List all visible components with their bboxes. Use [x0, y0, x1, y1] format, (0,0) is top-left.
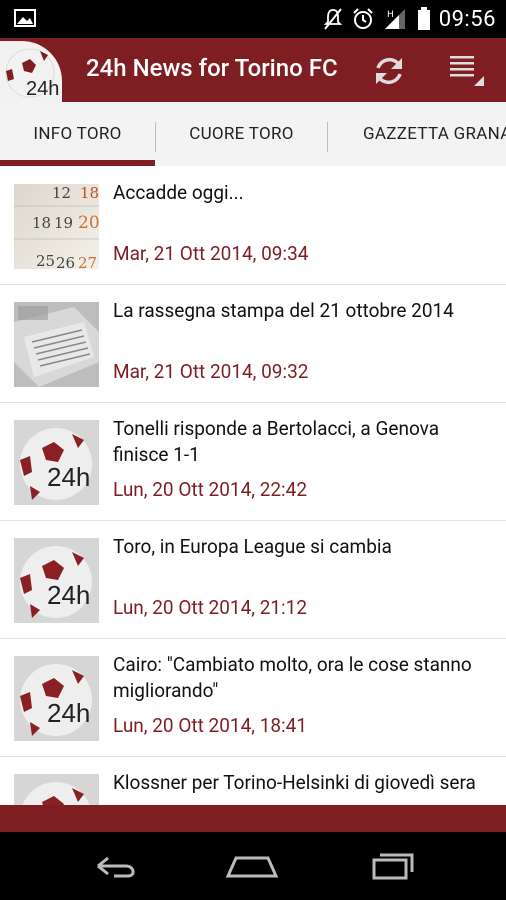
news-date: Lun, 20 Ott 2014, 22:42: [113, 478, 308, 501]
back-icon[interactable]: [84, 846, 144, 886]
signal-icon: H: [384, 9, 405, 29]
svg-text:24h: 24h: [47, 580, 90, 610]
svg-text:27: 27: [78, 254, 97, 269]
tab-bar: INFO TORO CUORE TORO GAZZETTA GRANATA: [0, 102, 506, 167]
logo-thumbnail: 24h: [14, 656, 99, 741]
svg-text:18: 18: [80, 184, 99, 202]
newspaper-thumbnail: [14, 302, 99, 387]
action-bar: 24h 24h News for Torino FC: [0, 38, 506, 102]
overflow-menu-icon[interactable]: [446, 52, 486, 90]
tab-gazzetta-granata[interactable]: GAZZETTA GRANATA: [328, 102, 506, 166]
svg-text:18: 18: [32, 214, 51, 232]
list-item[interactable]: 24h Klossner per Torino-Helsinki di giov…: [0, 756, 506, 805]
svg-text:25: 25: [36, 252, 55, 269]
svg-text:20: 20: [78, 213, 99, 233]
app-logo[interactable]: 24h: [0, 41, 62, 102]
status-time: 09:56: [438, 6, 496, 32]
news-date: Mar, 21 Ott 2014, 09:34: [113, 242, 309, 265]
calendar-thumbnail: 12 18 18 19 20 25 26 27: [14, 184, 99, 269]
system-nav-bar: [0, 832, 506, 900]
svg-text:H: H: [387, 10, 394, 20]
svg-text:12: 12: [52, 184, 71, 202]
news-date: Lun, 20 Ott 2014, 21:12: [113, 596, 308, 619]
news-list[interactable]: 12 18 18 19 20 25 26 27 Accadde oggi... …: [0, 166, 506, 805]
logo-text: 24h: [26, 78, 59, 100]
logo-thumbnail: 24h: [14, 774, 99, 805]
home-icon[interactable]: [222, 846, 282, 886]
refresh-icon[interactable]: [370, 52, 408, 90]
news-title: Tonelli risponde a Bertolacci, a Genova …: [113, 417, 440, 466]
image-notification-icon: [14, 9, 36, 27]
news-title: Klossner per Torino-Helsinki di giovedì …: [113, 771, 476, 794]
status-bar: H 09:56: [0, 0, 506, 38]
tab-label: CUORE TORO: [189, 124, 294, 144]
ball-icon: 24h: [5, 48, 59, 100]
svg-text:19: 19: [54, 214, 73, 232]
app-title: 24h News for Torino FC: [86, 54, 338, 82]
tab-cuore-toro[interactable]: CUORE TORO: [156, 102, 327, 166]
svg-text:26: 26: [56, 254, 75, 269]
list-item[interactable]: La rassegna stampa del 21 ottobre 2014 M…: [0, 284, 506, 403]
svg-text:24h: 24h: [47, 462, 90, 492]
news-date: Lun, 20 Ott 2014, 18:41: [113, 714, 308, 737]
tab-label: GAZZETTA GRANATA: [363, 124, 506, 144]
news-title: Accadde oggi...: [113, 181, 244, 204]
list-item[interactable]: 24h Toro, in Europa League si cambia Lun…: [0, 520, 506, 639]
mute-icon: [323, 8, 342, 30]
tab-info-toro[interactable]: INFO TORO: [0, 102, 155, 166]
svg-text:24h: 24h: [47, 698, 90, 728]
alarm-icon: [352, 8, 373, 29]
news-title: Toro, in Europa League si cambia: [113, 535, 392, 558]
bottom-accent-bar: [0, 805, 506, 832]
logo-thumbnail: 24h: [14, 538, 99, 623]
news-title: Cairo: "Cambiato molto, ora le cose stan…: [113, 653, 472, 702]
recent-apps-icon[interactable]: [362, 846, 422, 886]
news-title: La rassegna stampa del 21 ottobre 2014: [113, 299, 454, 322]
news-date: Mar, 21 Ott 2014, 09:32: [113, 360, 309, 383]
logo-thumbnail: 24h: [14, 420, 99, 505]
list-item[interactable]: 24h Cairo: "Cambiato molto, ora le cose …: [0, 638, 506, 757]
list-item[interactable]: 12 18 18 19 20 25 26 27 Accadde oggi... …: [0, 166, 506, 285]
battery-icon: [417, 7, 430, 30]
list-item[interactable]: 24h Tonelli risponde a Bertolacci, a Gen…: [0, 402, 506, 521]
tab-label: INFO TORO: [33, 124, 122, 144]
